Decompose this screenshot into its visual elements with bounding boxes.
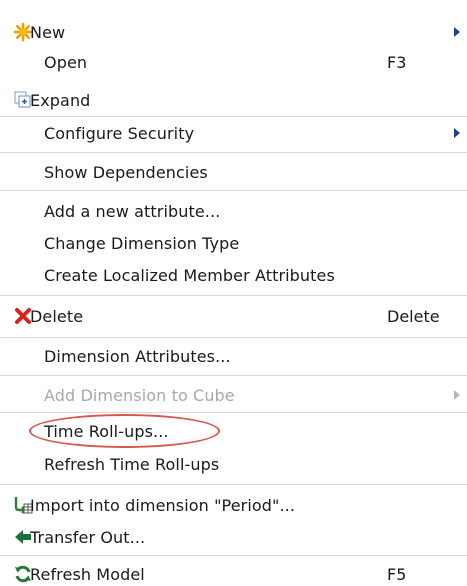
submenu-arrow-icon xyxy=(454,128,460,138)
menu-item-label: Refresh Model xyxy=(30,564,145,584)
menu-separator xyxy=(0,190,467,191)
submenu-arrow-icon xyxy=(454,390,460,400)
menu-separator xyxy=(0,295,467,296)
menu-item-label: Transfer Out... xyxy=(30,527,146,547)
menu-separator xyxy=(0,484,467,485)
shortcut-label: F3 xyxy=(387,52,407,72)
menu-item-refresh-model[interactable]: Refresh Model F5 xyxy=(0,558,467,586)
menu-item-label: Configure Security xyxy=(44,123,195,143)
menu-item-label: Change Dimension Type xyxy=(44,233,240,253)
menu-item-label: Create Localized Member Attributes xyxy=(44,265,335,285)
menu-separator xyxy=(0,152,467,153)
menu-separator xyxy=(0,412,467,413)
menu-item-label: Refresh Time Roll-ups xyxy=(44,454,220,474)
menu-item-configure-security[interactable]: Configure Security xyxy=(0,117,467,149)
menu-item-label: Delete xyxy=(30,306,84,326)
menu-item-label: New xyxy=(30,22,66,42)
highlight-ring xyxy=(29,414,220,448)
menu-item-dimension-attributes[interactable]: Dimension Attributes... xyxy=(0,340,467,372)
menu-item-add-dimension-to-cube: Add Dimension to Cube xyxy=(0,379,467,411)
menu-item-label: Expand xyxy=(30,90,91,110)
menu-item-show-dependencies[interactable]: Show Dependencies xyxy=(0,156,467,188)
menu-item-label: Show Dependencies xyxy=(44,162,208,182)
menu-item-open[interactable]: Open F3 xyxy=(0,46,467,78)
menu-item-new[interactable]: New xyxy=(0,16,467,48)
menu-item-expand[interactable]: Expand xyxy=(0,84,467,116)
menu-item-delete[interactable]: Delete Delete xyxy=(0,300,467,332)
menu-item-import-into-dimension[interactable]: Import into dimension "Period"... xyxy=(0,489,467,521)
menu-item-label: Add a new attribute... xyxy=(44,201,221,221)
context-menu: New Open F3 Expand Configure Security Sh… xyxy=(0,0,467,586)
menu-item-label: Add Dimension to Cube xyxy=(44,385,235,405)
submenu-arrow-icon xyxy=(454,27,460,37)
menu-item-transfer-out[interactable]: Transfer Out... xyxy=(0,521,467,553)
menu-item-change-dimension-type[interactable]: Change Dimension Type xyxy=(0,227,467,259)
menu-item-label: Open xyxy=(44,52,88,72)
menu-separator xyxy=(0,337,467,338)
menu-item-label: Dimension Attributes... xyxy=(44,346,231,366)
menu-separator xyxy=(0,555,467,556)
menu-separator xyxy=(0,375,467,376)
menu-item-create-localized-member-attributes[interactable]: Create Localized Member Attributes xyxy=(0,259,467,291)
menu-item-label: Import into dimension "Period"... xyxy=(30,495,296,515)
shortcut-label: Delete xyxy=(387,306,440,326)
menu-item-refresh-time-roll-ups[interactable]: Refresh Time Roll-ups xyxy=(0,448,467,480)
shortcut-label: F5 xyxy=(387,564,407,584)
menu-item-add-attribute[interactable]: Add a new attribute... xyxy=(0,195,467,227)
